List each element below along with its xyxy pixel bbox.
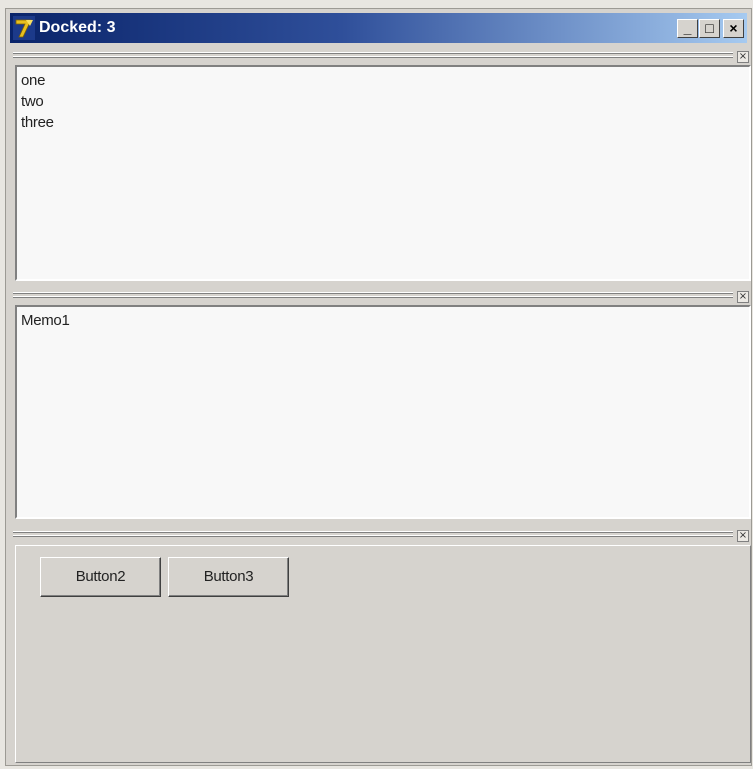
list-memo[interactable]: one two three	[15, 65, 751, 281]
title-bar[interactable]: Docked: 3 _ □ ×	[10, 13, 747, 43]
window-title: Docked: 3	[39, 19, 116, 36]
grip-line	[13, 57, 733, 58]
dock-close-icon[interactable]: ×	[737, 291, 749, 303]
grip-line	[13, 53, 733, 54]
dock-grip-3[interactable]	[13, 529, 733, 540]
dock-close-icon[interactable]: ×	[737, 530, 749, 542]
grip-line	[13, 293, 733, 294]
minimize-icon: _	[683, 20, 692, 36]
close-button[interactable]: ×	[723, 19, 744, 38]
dock-grip-2[interactable]	[13, 290, 733, 301]
button3[interactable]: Button3	[168, 557, 289, 597]
minimize-button[interactable]: _	[677, 19, 698, 38]
memo-line: three	[21, 114, 54, 131]
dock-close-icon[interactable]: ×	[737, 51, 749, 63]
delphi-app-icon	[13, 16, 35, 40]
grip-line	[13, 536, 733, 537]
button2[interactable]: Button2	[40, 557, 161, 597]
memo-line: two	[21, 93, 44, 110]
maximize-icon: □	[705, 20, 714, 36]
memo-line: Memo1	[21, 312, 70, 329]
docked-window: Docked: 3 _ □ × × one two three × Memo1	[5, 8, 752, 766]
maximize-button[interactable]: □	[699, 19, 720, 38]
close-icon: ×	[729, 20, 738, 36]
dock-grip-1[interactable]	[13, 50, 733, 61]
button-panel: Button2 Button3	[15, 545, 751, 763]
memo-line: one	[21, 72, 46, 89]
grip-line	[13, 532, 733, 533]
memo1[interactable]: Memo1	[15, 305, 751, 519]
grip-line	[13, 297, 733, 298]
